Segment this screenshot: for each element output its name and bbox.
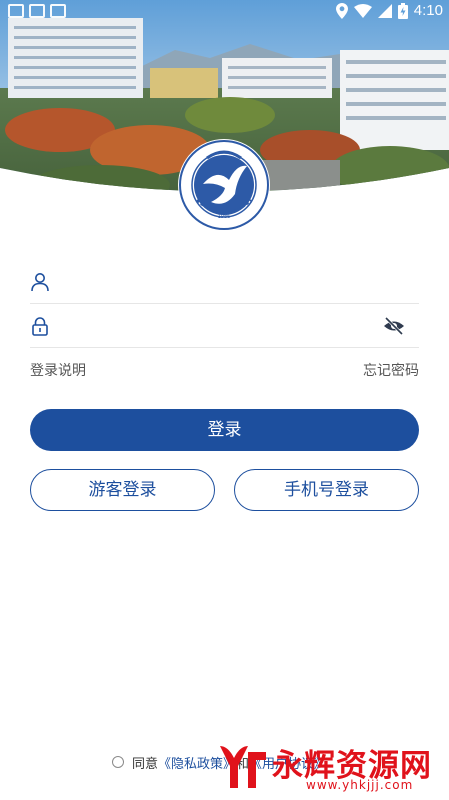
forgot-password-link[interactable]: 忘记密码 xyxy=(363,360,419,380)
agreement-prefix: 同意 xyxy=(132,756,159,772)
watermark-url: www.yhkjjj.com xyxy=(306,778,414,792)
notification-icon xyxy=(50,4,66,18)
watermark-logo-icon xyxy=(220,746,266,788)
location-icon xyxy=(335,2,348,19)
eye-off-icon[interactable] xyxy=(383,316,405,336)
status-bar: 4:10 xyxy=(0,0,449,24)
status-time: 4:10 xyxy=(413,2,443,19)
agreement-radio[interactable] xyxy=(112,756,124,768)
username-field[interactable] xyxy=(30,260,419,304)
lock-icon xyxy=(32,317,48,336)
password-input[interactable] xyxy=(66,312,366,340)
username-input[interactable] xyxy=(66,268,366,296)
university-logo: 1986 xyxy=(177,138,271,232)
battery-icon xyxy=(397,2,408,19)
guest-login-button[interactable]: 游客登录 xyxy=(30,469,215,511)
site-watermark: 永辉资源网 www.yhkjjj.com xyxy=(214,738,446,796)
wifi-icon xyxy=(353,3,372,18)
notification-icon xyxy=(29,4,45,18)
notification-icons xyxy=(8,4,66,18)
password-field[interactable] xyxy=(30,304,419,348)
user-icon xyxy=(31,273,49,292)
login-help-link[interactable]: 登录说明 xyxy=(30,360,86,380)
login-button[interactable]: 登录 xyxy=(30,409,419,451)
signal-icon xyxy=(377,3,392,18)
notification-icon xyxy=(8,4,24,18)
phone-login-button[interactable]: 手机号登录 xyxy=(234,469,419,511)
logo-year: 1986 xyxy=(218,214,231,220)
